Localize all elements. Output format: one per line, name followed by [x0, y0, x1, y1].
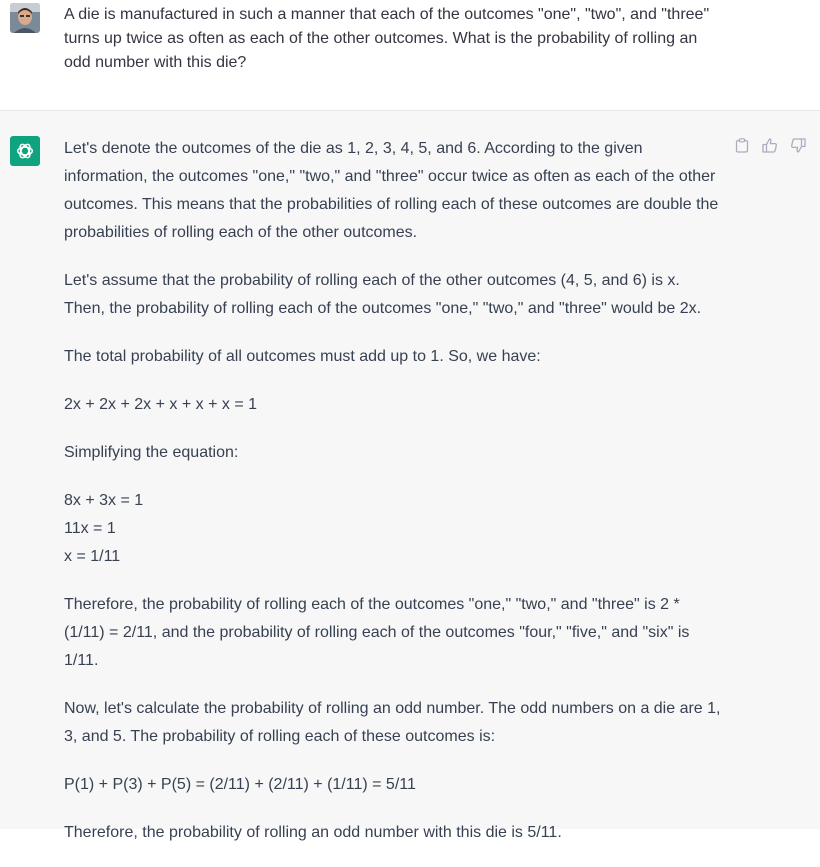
answer-paragraph: Let's assume that the probability of rol… — [64, 272, 702, 317]
answer-paragraph: Now, let's calculate the probability of … — [64, 700, 721, 745]
copy-button[interactable] — [734, 137, 750, 153]
openai-logo-icon — [16, 143, 34, 159]
equation-line: 11x = 1 — [64, 520, 116, 537]
clipboard-icon — [735, 137, 749, 153]
user-avatar-icon — [10, 3, 40, 33]
equation-line: x = 1/11 — [64, 548, 121, 565]
user-avatar — [10, 3, 40, 33]
answer-paragraph: Let's denote the outcomes of the die as … — [64, 140, 719, 241]
thumbs-up-icon — [762, 137, 777, 153]
assistant-message-row: Let's denote the outcomes of the die as … — [0, 111, 820, 841]
equation-line: 8x + 3x = 1 — [64, 492, 144, 509]
answer-paragraph: Therefore, the probability of rolling ea… — [64, 596, 690, 669]
assistant-answer: Let's denote the outcomes of the die as … — [64, 135, 724, 867]
user-message-row: A die is manufactured in such a manner t… — [0, 0, 820, 111]
equation-line: 2x + 2x + 2x + x + x + x = 1 — [64, 396, 257, 413]
answer-paragraph: Simplifying the equation: — [64, 444, 239, 461]
message-actions — [734, 137, 806, 153]
user-message-text: A die is manufactured in such a manner t… — [64, 6, 710, 71]
answer-paragraph: Therefore, the probability of rolling an… — [64, 824, 562, 841]
dislike-button[interactable] — [790, 137, 806, 153]
like-button[interactable] — [762, 137, 778, 153]
answer-paragraph: The total probability of all outcomes mu… — [64, 348, 541, 365]
assistant-avatar — [10, 136, 40, 166]
thumbs-down-icon — [791, 137, 806, 153]
equation-line: P(1) + P(3) + P(5) = (2/11) + (2/11) + (… — [64, 776, 416, 793]
